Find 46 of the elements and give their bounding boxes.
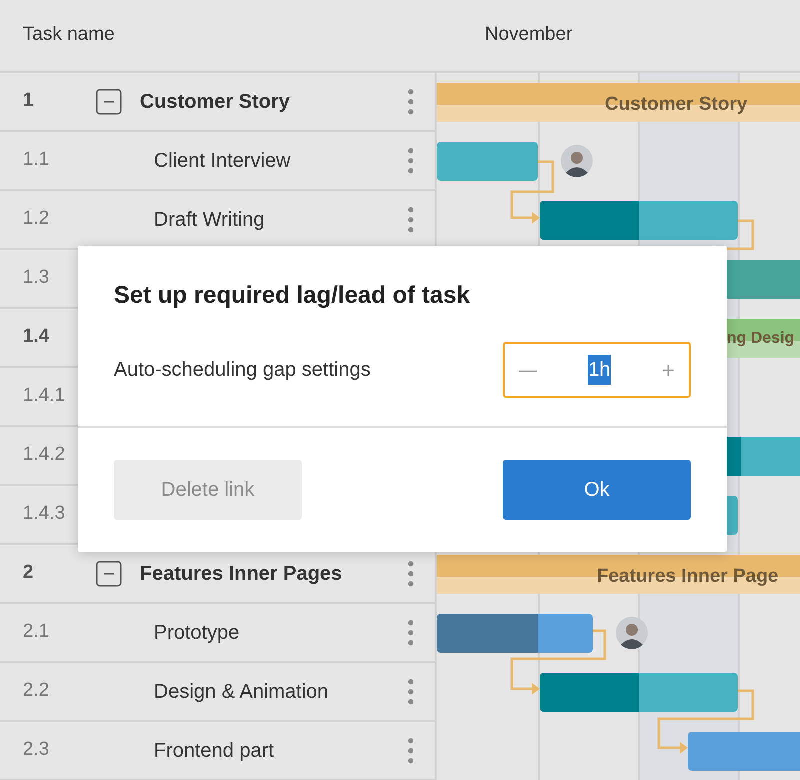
- row-number: 1.2: [22, 207, 50, 232]
- more-icon[interactable]: [408, 206, 414, 232]
- summary-bar[interactable]: Customer Story: [437, 83, 800, 122]
- gap-stepper[interactable]: — 1h +: [503, 342, 691, 398]
- row-number: 1.1: [22, 148, 50, 172]
- task-name[interactable]: Client Interview: [154, 146, 291, 176]
- row-number: 1.3: [22, 266, 50, 290]
- dialog-title: Set up required lag/lead of task: [114, 281, 472, 311]
- more-icon[interactable]: [408, 678, 414, 704]
- row-number: 2: [22, 561, 35, 586]
- collapse-icon[interactable]: [96, 88, 122, 114]
- decrement-button[interactable]: —: [519, 356, 537, 384]
- bar-label: Customer Story: [605, 93, 748, 117]
- task-bar[interactable]: [437, 614, 593, 653]
- more-icon[interactable]: [408, 738, 414, 764]
- month-header: November: [485, 23, 573, 48]
- row-number: 2.1: [22, 620, 50, 644]
- more-icon[interactable]: [408, 148, 414, 174]
- increment-button[interactable]: +: [662, 354, 675, 386]
- dependency-arrow: [510, 160, 554, 224]
- task-name[interactable]: Draft Writing: [154, 204, 265, 234]
- task-bar[interactable]: [540, 673, 738, 712]
- column-header: Task name: [23, 23, 115, 48]
- row-number: 1.4.1: [22, 384, 66, 408]
- task-name[interactable]: Frontend part: [154, 736, 274, 766]
- gap-input[interactable]: 1h: [588, 355, 611, 385]
- bar-label: ng Desig: [727, 329, 795, 349]
- task-bar[interactable]: [540, 201, 738, 240]
- bar-label: Features Inner Page: [597, 565, 779, 589]
- task-name[interactable]: Design & Animation: [154, 676, 329, 706]
- row-number: 2.2: [22, 679, 50, 704]
- field-label: Auto-scheduling gap settings: [114, 358, 371, 383]
- task-name[interactable]: Customer Story: [140, 86, 290, 116]
- row-number: 2.3: [22, 738, 50, 762]
- task-name[interactable]: Features Inner Pages: [140, 558, 342, 588]
- more-icon[interactable]: [408, 620, 414, 646]
- row-number: 1.4.3: [22, 502, 66, 526]
- more-icon[interactable]: [408, 88, 414, 114]
- row-number: 1.4.2: [22, 443, 66, 468]
- more-icon[interactable]: [408, 560, 414, 586]
- task-name[interactable]: Prototype: [154, 618, 240, 648]
- ok-button[interactable]: Ok: [503, 460, 691, 520]
- summary-bar[interactable]: Features Inner Page: [437, 555, 800, 594]
- collapse-icon[interactable]: [96, 560, 122, 586]
- row-number: 1: [22, 89, 35, 114]
- row-number: 1.4: [22, 325, 50, 350]
